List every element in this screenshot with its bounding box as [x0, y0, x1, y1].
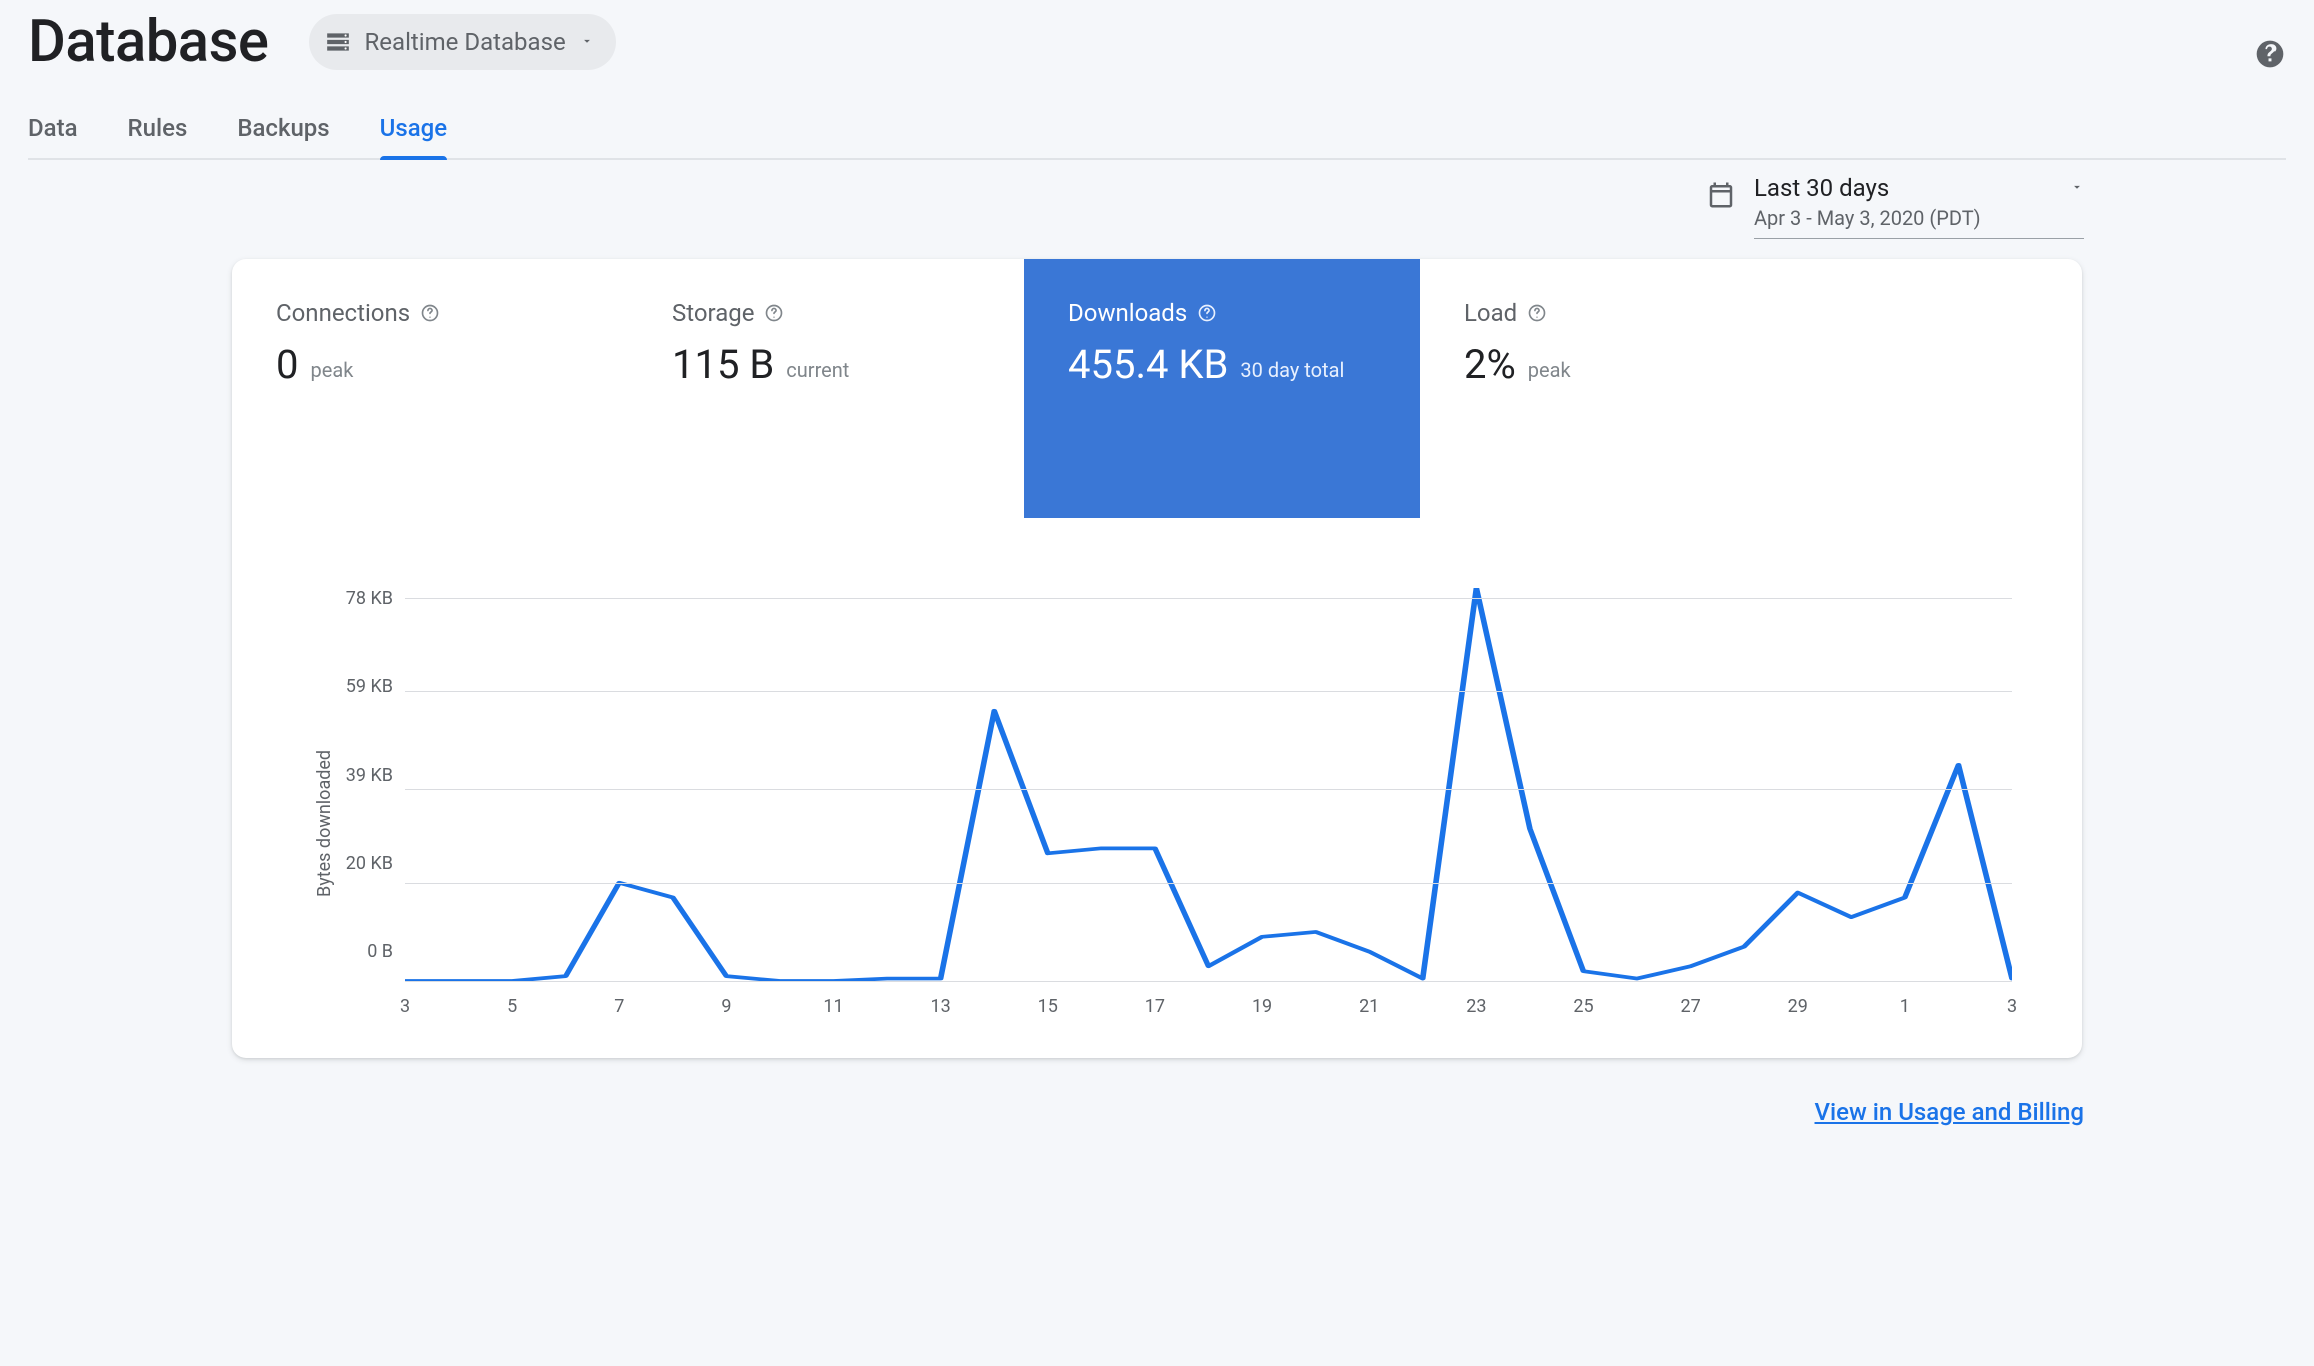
x-tick: 27	[1680, 996, 1700, 1017]
x-tick: 11	[823, 996, 843, 1017]
x-tick: 15	[1038, 996, 1058, 1017]
database-selector-label: Realtime Database	[365, 28, 566, 56]
tabs-bar: Data Rules Backups Usage	[28, 104, 2286, 160]
metric-label: Downloads	[1068, 299, 1187, 327]
page-title: Database	[28, 8, 269, 76]
y-tick: 20 KB	[335, 853, 393, 874]
grid-line	[405, 598, 2012, 599]
date-range-label: Last 30 days	[1754, 174, 1889, 202]
grid-line	[405, 691, 2012, 692]
y-axis-ticks: 78 KB 59 KB 39 KB 20 KB 0 B	[335, 588, 405, 1008]
metric-value: 2%	[1464, 341, 1516, 388]
usage-card: Connections 0 peak Storage 115 B current Downl…	[232, 259, 2082, 1058]
x-tick: 23	[1466, 996, 1486, 1017]
x-axis-ticks: 35791113151719212325272913	[405, 982, 2012, 1008]
x-tick: 13	[931, 996, 951, 1017]
metric-label: Connections	[276, 299, 410, 327]
metric-storage[interactable]: Storage 115 B current	[628, 259, 1024, 518]
chart-line	[405, 588, 2012, 981]
help-icon[interactable]	[1527, 303, 1547, 323]
y-tick: 39 KB	[335, 765, 393, 786]
help-icon[interactable]	[1197, 303, 1217, 323]
metric-value: 0	[276, 341, 298, 388]
tab-usage[interactable]: Usage	[380, 104, 447, 158]
x-tick: 19	[1252, 996, 1272, 1017]
y-tick: 0 B	[335, 941, 393, 962]
metric-label: Load	[1464, 299, 1517, 327]
tab-rules[interactable]: Rules	[128, 104, 188, 158]
help-icon[interactable]	[2254, 38, 2286, 74]
x-tick: 25	[1573, 996, 1593, 1017]
metric-sub: peak	[310, 358, 353, 388]
help-icon[interactable]	[420, 303, 440, 323]
x-tick: 7	[614, 996, 624, 1017]
plot-grid	[405, 588, 2012, 982]
y-axis-label: Bytes downloaded	[302, 588, 335, 1008]
x-tick: 21	[1359, 996, 1379, 1017]
date-range-selector[interactable]: Last 30 days Apr 3 - May 3, 2020 (PDT)	[1754, 174, 2084, 239]
chevron-down-icon	[2070, 179, 2084, 198]
metric-downloads[interactable]: Downloads 455.4 KB 30 day total	[1024, 259, 1420, 518]
grid-line	[405, 883, 2012, 884]
grid-line	[405, 789, 2012, 790]
x-tick: 17	[1145, 996, 1165, 1017]
metric-sub: 30 day total	[1240, 358, 1344, 388]
x-tick: 3	[2007, 996, 2017, 1017]
tab-backups[interactable]: Backups	[237, 104, 329, 158]
x-tick: 29	[1788, 996, 1808, 1017]
database-icon	[325, 29, 351, 55]
metric-connections[interactable]: Connections 0 peak	[232, 259, 628, 518]
x-tick: 5	[507, 996, 517, 1017]
metric-sub: peak	[1528, 358, 1571, 388]
chevron-down-icon	[580, 33, 594, 52]
x-tick: 9	[721, 996, 731, 1017]
x-tick: 1	[1900, 996, 1910, 1017]
chart-area: Bytes downloaded 78 KB 59 KB 39 KB 20 KB 0 B…	[232, 518, 2082, 1058]
help-icon[interactable]	[764, 303, 784, 323]
y-tick: 59 KB	[335, 676, 393, 697]
metrics-row: Connections 0 peak Storage 115 B current Downl…	[232, 259, 2082, 518]
date-range-sub: Apr 3 - May 3, 2020 (PDT)	[1754, 206, 2084, 230]
x-tick: 3	[400, 996, 410, 1017]
tab-data[interactable]: Data	[28, 104, 78, 158]
usage-billing-link[interactable]: View in Usage and Billing	[1815, 1098, 2084, 1126]
y-tick: 78 KB	[335, 588, 393, 609]
metric-sub: current	[786, 358, 849, 388]
metric-value: 115 B	[672, 341, 774, 388]
metric-label: Storage	[672, 299, 754, 327]
database-selector[interactable]: Realtime Database	[309, 14, 616, 70]
metric-value: 455.4 KB	[1068, 341, 1228, 388]
calendar-icon	[1706, 180, 1736, 214]
metric-load[interactable]: Load 2% peak	[1420, 259, 1816, 518]
